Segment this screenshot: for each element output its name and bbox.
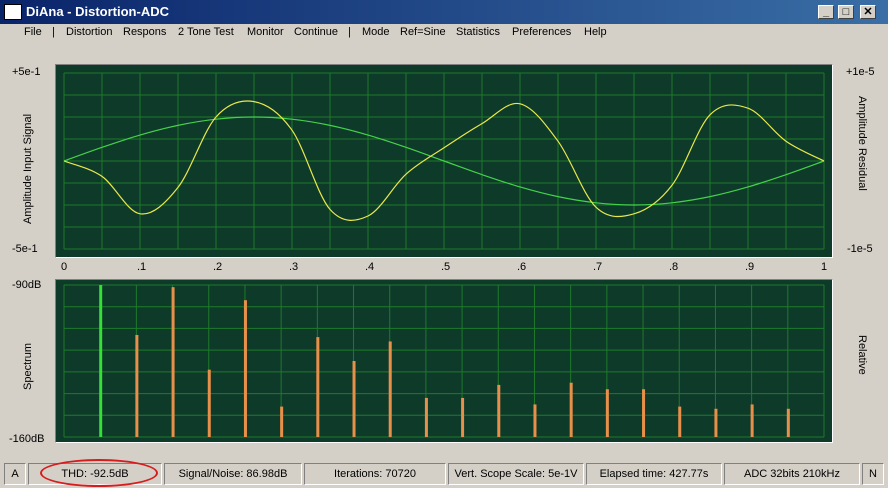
fundamental-bar — [99, 285, 103, 437]
menu-file[interactable]: File — [24, 26, 42, 38]
thd-highlight-ellipse — [40, 459, 158, 487]
app-icon[interactable] — [4, 4, 22, 20]
x-tick-label: .5 — [441, 261, 451, 273]
menu-preferences[interactable]: Preferences — [512, 26, 571, 38]
menu-bar: File | Distortion Respons 2 Tone Test Mo… — [0, 24, 888, 42]
x-tick-label: .4 — [365, 261, 375, 273]
x-tick-label: .9 — [745, 261, 755, 273]
harmonic-bar — [352, 361, 356, 437]
spectrum-chart — [56, 280, 832, 442]
harmonic-bar — [569, 382, 573, 437]
harmonic-bar — [207, 369, 211, 437]
status-iterations: Iterations: 70720 — [304, 463, 446, 485]
menu-respons[interactable]: Respons — [123, 26, 166, 38]
menu-distortion[interactable]: Distortion — [66, 26, 112, 38]
status-flag: N — [862, 463, 884, 485]
menu-separator: | — [348, 26, 351, 38]
scope-left-min: -5e-1 — [12, 243, 38, 255]
scope-right-axis-label: Amplitude Residual — [856, 96, 868, 191]
harmonic-bar — [388, 341, 392, 437]
harmonic-bar — [786, 408, 790, 437]
harmonic-bar — [424, 397, 428, 437]
spectrum-right-axis-label: Relative — [856, 335, 868, 375]
status-elapsed: Elapsed time: 427.77s — [586, 463, 722, 485]
scope-chart — [56, 65, 832, 257]
x-tick-label: .7 — [593, 261, 603, 273]
status-mode: A — [4, 463, 26, 485]
menu-mode[interactable]: Mode — [362, 26, 390, 38]
menu-monitor[interactable]: Monitor — [247, 26, 284, 38]
harmonic-bar — [678, 406, 682, 437]
minimize-button[interactable]: _ — [818, 5, 834, 19]
spectrum-plot[interactable] — [55, 279, 833, 443]
spectrum-left-axis-label: Spectrum — [22, 342, 34, 390]
x-tick-label: .6 — [517, 261, 527, 273]
spectrum-bottom-label: -160dB — [9, 433, 45, 445]
menu-two-tone-test[interactable]: 2 Tone Test — [178, 26, 234, 38]
harmonic-bar — [316, 337, 320, 437]
scope-plot[interactable] — [55, 64, 833, 258]
menu-continue[interactable]: Continue — [294, 26, 338, 38]
harmonic-bar — [533, 404, 537, 437]
menu-help[interactable]: Help — [584, 26, 607, 38]
harmonic-bar — [461, 397, 465, 437]
x-tick-label: 0 — [61, 261, 68, 273]
harmonic-bar — [280, 406, 284, 437]
menu-statistics[interactable]: Statistics — [456, 26, 500, 38]
status-signal-noise: Signal/Noise: 86.98dB — [164, 463, 302, 485]
harmonic-bar — [642, 389, 646, 437]
menu-ref-sine[interactable]: Ref=Sine — [400, 26, 446, 38]
harmonic-bar — [171, 287, 175, 437]
spectrum-top-label: -90dB — [12, 279, 42, 291]
harmonic-bar — [714, 408, 718, 437]
close-button[interactable]: ✕ — [860, 5, 876, 19]
title-bar: DiAna - Distortion-ADC _ □ ✕ — [0, 0, 888, 24]
x-tick-label: 1 — [821, 261, 828, 273]
status-adc: ADC 32bits 210kHz — [724, 463, 860, 485]
menu-separator: | — [52, 26, 55, 38]
scope-left-max: +5e-1 — [12, 66, 41, 78]
window-title: DiAna - Distortion-ADC — [26, 4, 169, 19]
x-tick-label: .8 — [669, 261, 679, 273]
status-vert-scale: Vert. Scope Scale: 5e-1V — [448, 463, 584, 485]
scope-right-max: +1e-5 — [846, 66, 875, 78]
x-tick-label: .2 — [213, 261, 223, 273]
harmonic-bar — [135, 334, 139, 437]
x-tick-label: .3 — [289, 261, 299, 273]
scope-right-min: -1e-5 — [847, 243, 873, 255]
harmonic-bar — [243, 300, 247, 437]
harmonic-bar — [497, 384, 501, 437]
x-tick-label: .1 — [137, 261, 147, 273]
maximize-button[interactable]: □ — [838, 5, 854, 19]
scope-left-axis-label: Amplitude Input Signal — [22, 113, 34, 224]
harmonic-bar — [750, 404, 754, 437]
harmonic-bar — [605, 389, 609, 437]
